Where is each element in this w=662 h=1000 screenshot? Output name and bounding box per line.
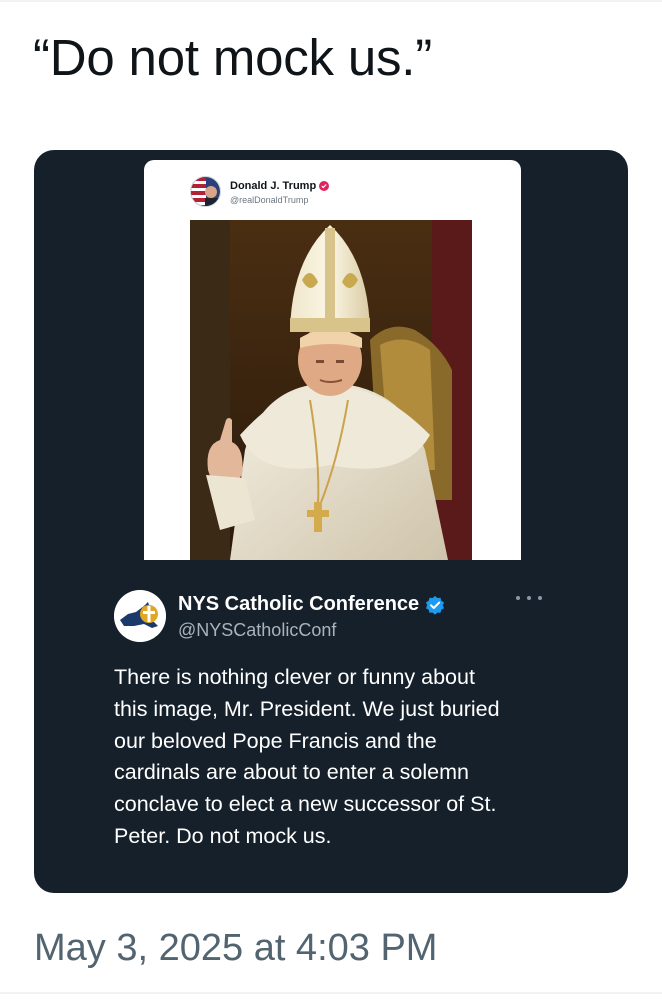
embedded-author-name-label: Donald J. Trump [230, 180, 317, 192]
quoted-text-line: this image, Mr. President. We just burie… [114, 696, 500, 721]
verified-badge-icon [426, 595, 445, 615]
conference-author-name-label: NYS Catholic Conference [178, 593, 420, 615]
quoted-text-line: our beloved Pope Francis and the [114, 728, 437, 753]
pope-figure-image[interactable] [190, 220, 472, 560]
quoted-text-line: There is nothing clever or funny about [114, 665, 475, 689]
quoted-post-card[interactable]: Donald J. Trump @realDonaldTrump NYS Cat… [34, 150, 628, 893]
post-timestamp[interactable]: May 3, 2025 at 4:03 PM [34, 927, 437, 970]
embedded-author-handle: @realDonaldTrump [230, 195, 309, 205]
quoted-text-line: Peter. Do not mock us. [114, 823, 332, 848]
quoted-text-line: conclave to elect a new successor of St. [114, 792, 497, 817]
embedded-avatar [190, 176, 221, 207]
post-text: “Do not mock us.” [33, 29, 433, 86]
conference-author-handle[interactable]: @NYSCatholicConf [178, 620, 336, 641]
top-divider [0, 0, 662, 2]
conference-avatar[interactable] [114, 590, 166, 642]
conference-author-name[interactable]: NYS Catholic Conference [178, 593, 445, 616]
embedded-verified-icon [319, 181, 330, 191]
more-horizontal-icon[interactable] [516, 588, 542, 608]
embedded-screenshot[interactable]: Donald J. Trump @realDonaldTrump [144, 160, 521, 560]
bottom-divider [0, 992, 662, 994]
embedded-author-name: Donald J. Trump [230, 180, 330, 192]
quoted-text-line: cardinals are about to enter a solemn [114, 760, 469, 785]
quoted-post-text: There is nothing clever or funny about t… [114, 662, 544, 853]
